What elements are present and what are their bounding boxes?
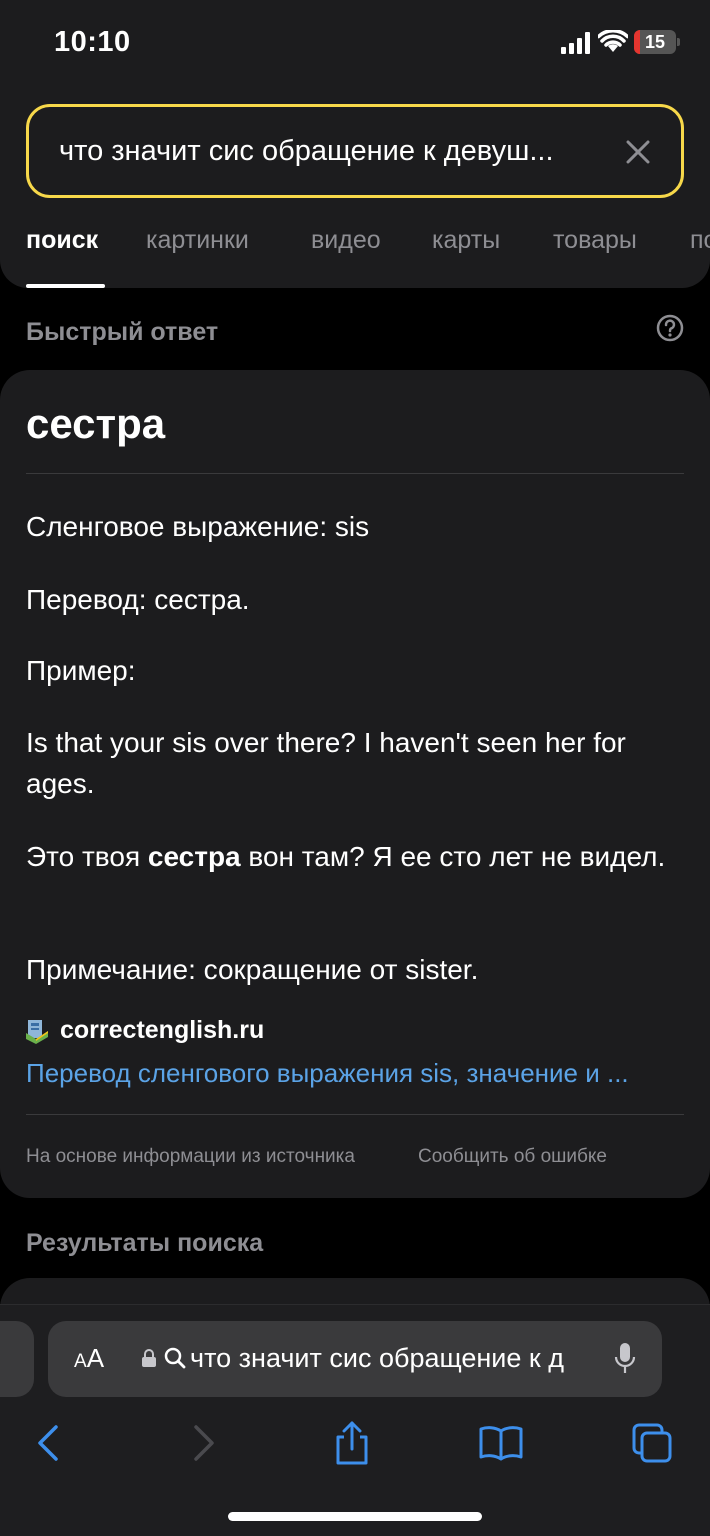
- browser-toolbar: AA что значит сис обращение к д: [0, 1304, 710, 1536]
- address-bar[interactable]: AA что значит сис обращение к д: [48, 1321, 662, 1397]
- search-tabs: поиск картинки видео карты товары по: [0, 226, 710, 288]
- source-domain[interactable]: correctenglish.ru: [60, 1016, 264, 1045]
- search-header: что значит сис обращение к девуш... поис…: [0, 86, 710, 288]
- bookmarks-icon[interactable]: [479, 1421, 523, 1465]
- tab-images[interactable]: картинки: [146, 226, 249, 255]
- wifi-icon: [598, 30, 628, 52]
- text-size-button[interactable]: AA: [74, 1343, 104, 1374]
- mic-icon[interactable]: [614, 1343, 636, 1375]
- tab-search[interactable]: поиск: [26, 226, 98, 255]
- forward-icon[interactable]: [180, 1421, 224, 1465]
- answer-slang: Сленговое выражение: sis: [26, 511, 370, 542]
- search-icon: [164, 1347, 186, 1369]
- answer-example-label: Пример:: [26, 655, 136, 686]
- highlighted-word: сестра: [147, 841, 241, 872]
- clear-icon[interactable]: [621, 135, 655, 169]
- tab-products[interactable]: товары: [553, 226, 637, 255]
- address-text[interactable]: что значит сис обращение к д: [190, 1343, 584, 1374]
- battery-level: 15: [644, 32, 666, 52]
- lock-icon: [142, 1349, 156, 1367]
- back-icon[interactable]: [28, 1421, 72, 1465]
- tab-more[interactable]: по: [690, 226, 710, 255]
- answer-example-ru: Это твоя сестра вон там? Я ее сто лет не…: [26, 841, 666, 872]
- home-indicator[interactable]: [228, 1512, 482, 1521]
- answer-note: Примечание: сокращение от sister.: [26, 954, 479, 985]
- status-time: 10:10: [54, 26, 131, 58]
- quick-answer-card: сестра Сленговое выражение: sis Перевод:…: [0, 370, 710, 1198]
- based-on-source-text: На основе информации из источника: [26, 1146, 355, 1167]
- quick-answer-label: Быстрый ответ: [26, 318, 219, 346]
- answer-example-en: Is that your sis over there? I haven't s…: [26, 727, 626, 799]
- favicon-icon: [26, 1020, 48, 1044]
- results-label: Результаты поиска: [26, 1229, 264, 1257]
- divider: [26, 473, 684, 474]
- search-input[interactable]: что значит сис обращение к девуш...: [26, 104, 684, 198]
- search-query[interactable]: что значит сис обращение к девуш...: [59, 135, 599, 168]
- tab-maps[interactable]: карты: [432, 226, 500, 255]
- help-icon[interactable]: [656, 314, 684, 342]
- signal-icon: [561, 32, 590, 54]
- source-link[interactable]: Перевод сленгового выражения sis, значен…: [26, 1058, 676, 1089]
- report-error-link[interactable]: Сообщить об ошибке: [418, 1146, 607, 1168]
- tab-video[interactable]: видео: [311, 226, 381, 255]
- divider: [26, 1114, 684, 1115]
- tabs-icon[interactable]: [630, 1421, 674, 1465]
- status-bar: 10:10 15: [0, 0, 710, 86]
- battery-icon: 15: [634, 30, 680, 54]
- share-icon[interactable]: [330, 1421, 374, 1465]
- previous-tab-preview[interactable]: [0, 1321, 34, 1397]
- answer-translation: Перевод: сестра.: [26, 584, 250, 615]
- active-tab-indicator: [26, 284, 105, 288]
- answer-title: сестра: [26, 400, 166, 447]
